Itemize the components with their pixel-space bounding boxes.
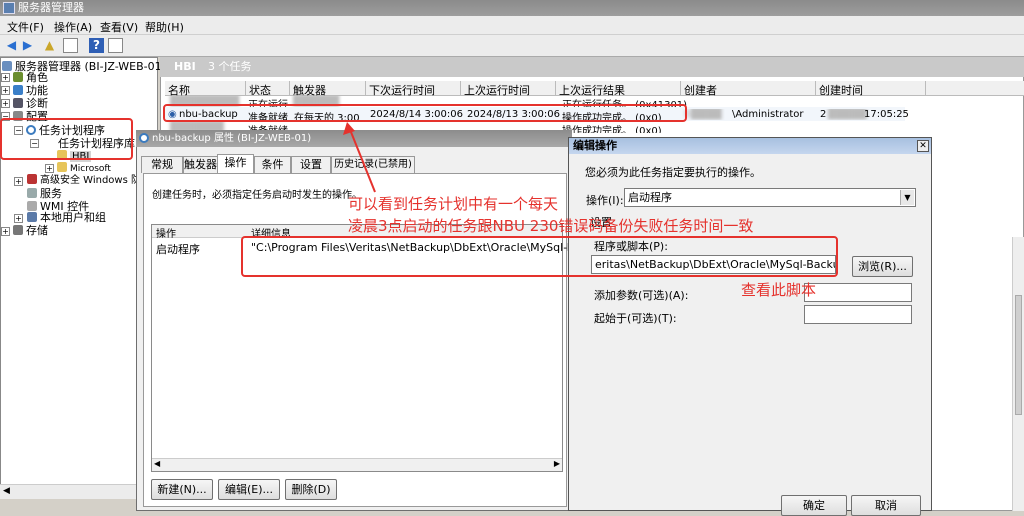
annotation-arrow [343, 122, 376, 193]
annotation-view-script: 查看此脚本 [741, 281, 817, 299]
annotation-line-1: 可以看到任务计划中有一个每天 [348, 195, 559, 213]
annotation-line-2: 凌晨3点启动的任务跟NBU 230错误码备份失败任务时间一致 [348, 217, 754, 235]
